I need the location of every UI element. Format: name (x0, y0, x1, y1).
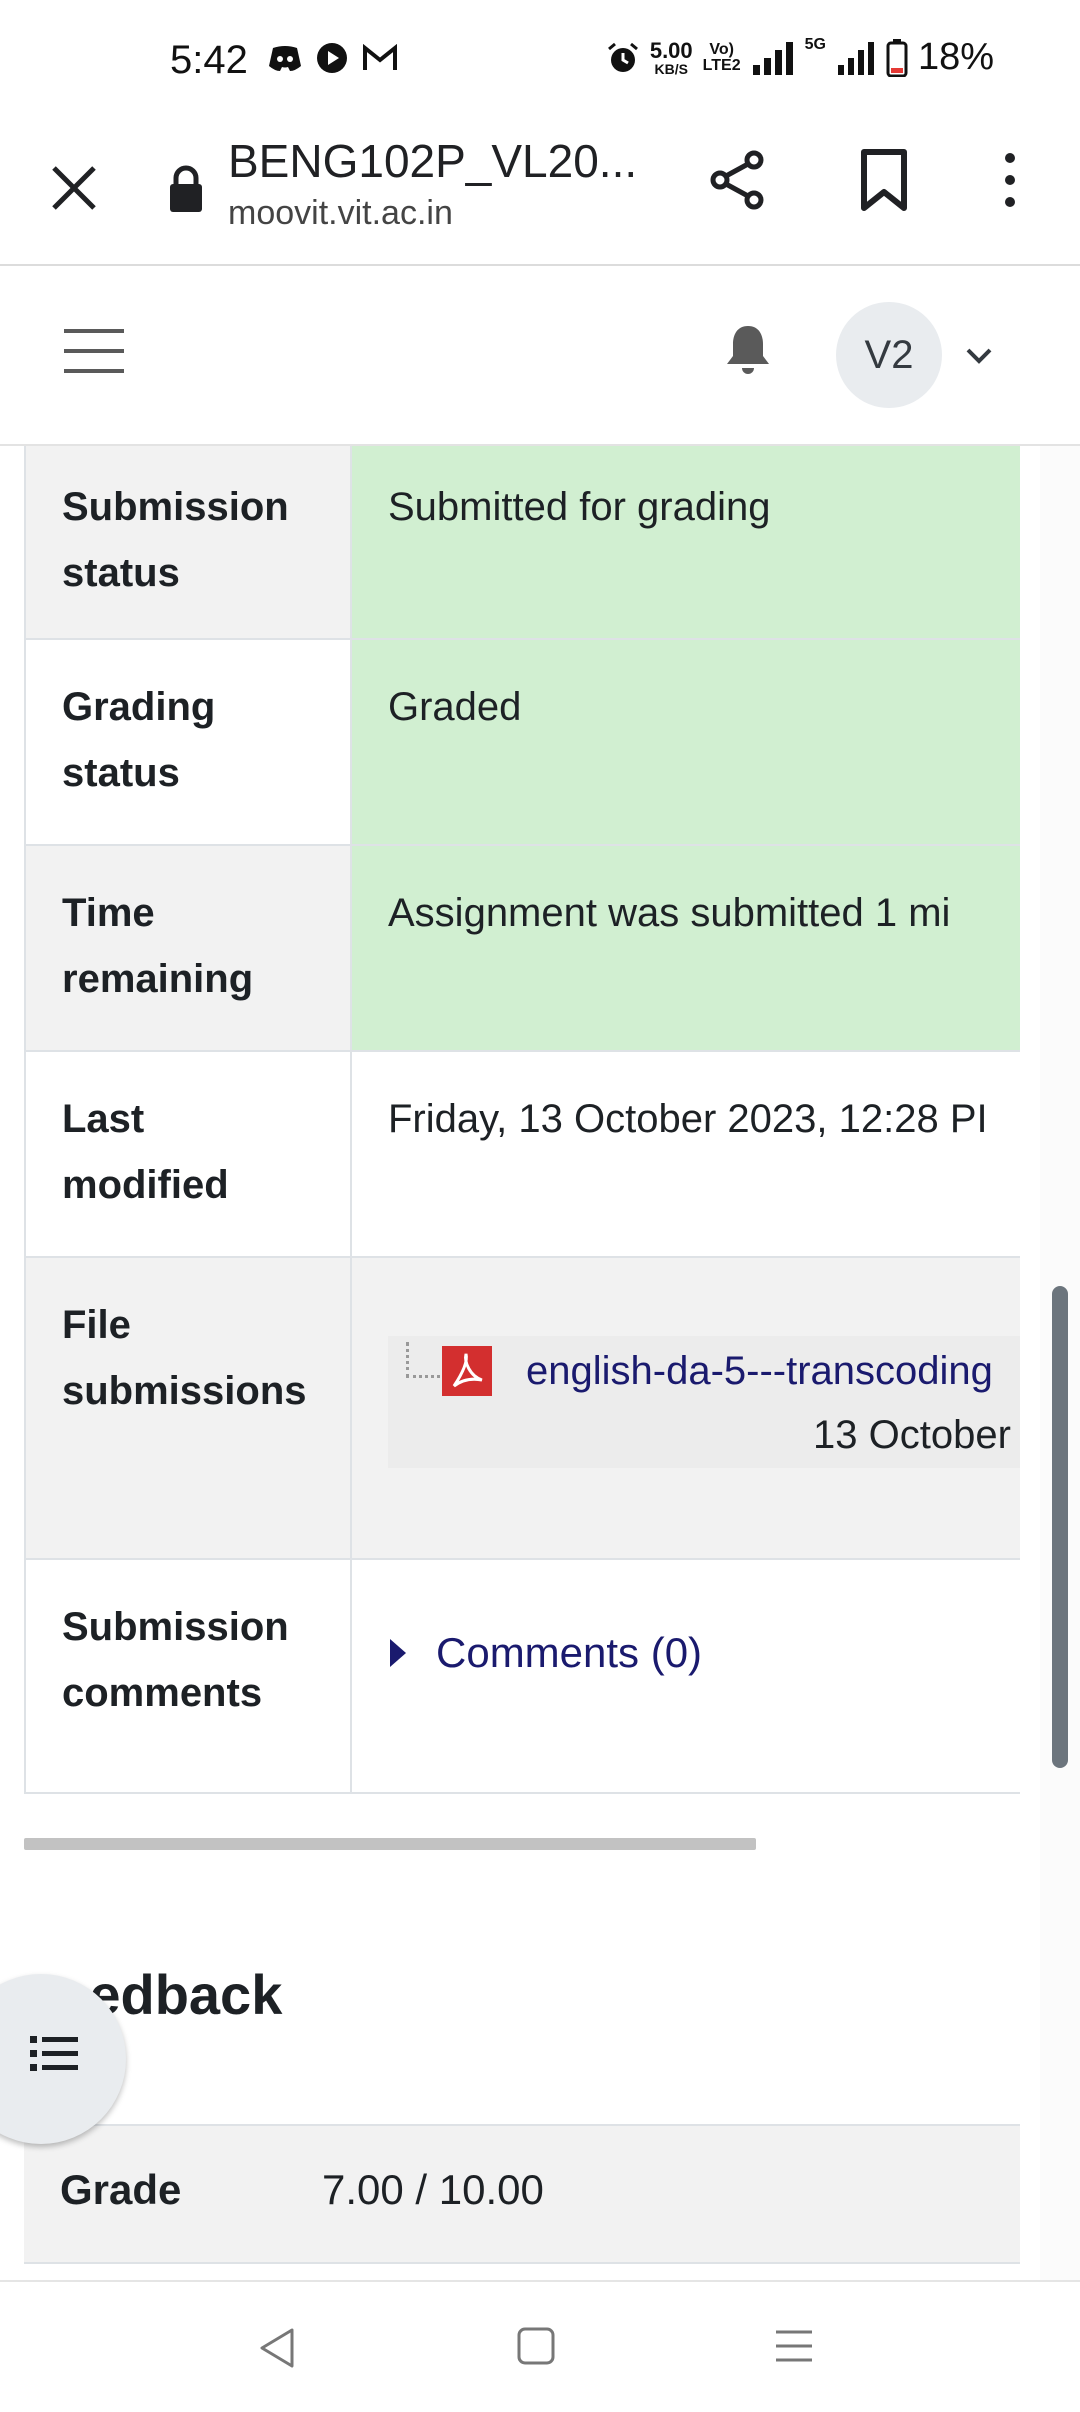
alarm-icon (607, 42, 638, 72)
net-speed: 5.00 KB/S (649, 37, 693, 77)
grading-status-value: Graded (352, 640, 1020, 844)
volte-indicator: Vo) LTE2 (702, 40, 741, 74)
notification-icons (268, 42, 398, 74)
file-item: english-da-5---transcoding 13 October (388, 1336, 1020, 1468)
row-label: File submissions (26, 1258, 352, 1558)
file-date: 13 October (813, 1413, 1011, 1457)
table-row: Submission status Submitted for grading (24, 446, 1020, 640)
home-icon[interactable] (516, 2326, 556, 2366)
table-row: Last modified Friday, 13 October 2023, 1… (24, 1052, 1020, 1258)
row-label: Time remaining (26, 846, 352, 1050)
battery-icon (886, 38, 908, 77)
table-row: Time remaining Assignment was submitted … (24, 846, 1020, 1052)
submission-status-table: Submission status Submitted for grading … (24, 446, 1020, 1794)
network-type: 5G (804, 36, 826, 53)
share-icon[interactable] (706, 148, 770, 212)
discord-icon (269, 46, 301, 71)
user-avatar[interactable]: V2 (836, 302, 942, 408)
back-icon[interactable] (258, 2326, 298, 2370)
vertical-scrollbar[interactable] (1052, 1286, 1068, 1768)
lock-icon (170, 165, 202, 212)
gmail-icon (363, 44, 397, 70)
status-time: 5:42 (170, 38, 248, 82)
signal-icon (752, 41, 793, 75)
more-options-icon[interactable] (996, 148, 1024, 212)
row-label: Last modified (26, 1052, 352, 1256)
system-navigation-bar (0, 2280, 1080, 2412)
last-modified-value: Friday, 13 October 2023, 12:28 PI (388, 1097, 988, 1141)
table-row: Grading status Graded (24, 640, 1020, 846)
submission-status-value: Submitted for grading (352, 446, 1020, 638)
play-icon (317, 43, 347, 73)
file-submissions-cell: english-da-5---transcoding 13 October (352, 1258, 1020, 1558)
url-host[interactable]: moovit.vit.ac.in (228, 194, 453, 233)
caret-right-icon (390, 1639, 406, 1667)
grade-row: Grade 7.00 / 10.00 (24, 2124, 1020, 2264)
site-navbar: V2 (0, 268, 1080, 446)
recents-icon[interactable] (774, 2326, 814, 2366)
status-bar: 5:42 5.00 KB/S Vo) LTE2 5G 18% (0, 0, 1080, 128)
close-tab-button[interactable] (44, 158, 104, 218)
file-link[interactable]: english-da-5---transcoding (526, 1338, 993, 1404)
notification-bell-icon[interactable] (724, 322, 772, 378)
time-remaining-value: Assignment was submitted 1 mi (352, 846, 1020, 1050)
grade-label: Grade (60, 2166, 182, 2213)
comments-toggle[interactable]: Comments (0) (388, 1620, 984, 1686)
page-title[interactable]: BENG102P_VL20... (228, 134, 637, 188)
row-label: Submission status (26, 446, 352, 638)
pdf-icon (442, 1346, 492, 1396)
table-row: File submissions english-da-5---transcod… (24, 1258, 1020, 1560)
row-label: Grading status (26, 640, 352, 844)
chevron-down-icon[interactable] (964, 342, 994, 368)
browser-toolbar: BENG102P_VL20... moovit.vit.ac.in (0, 128, 1080, 266)
grade-value: 7.00 / 10.00 (322, 2166, 544, 2213)
signal-icon-2 (837, 41, 874, 75)
horizontal-scrollbar[interactable] (24, 1838, 756, 1850)
comments-link[interactable]: Comments (0) (436, 1620, 702, 1686)
system-indicators: 5.00 KB/S Vo) LTE2 5G 18% (606, 36, 994, 79)
main-content: Submission status Submitted for grading … (0, 446, 1080, 2280)
menu-icon[interactable] (64, 326, 124, 376)
list-icon (30, 2036, 78, 2071)
bookmark-icon[interactable] (856, 148, 912, 212)
battery-level: 18% (917, 36, 994, 78)
table-row: Submission comments Comments (0) (24, 1560, 1020, 1794)
row-label: Submission comments (26, 1560, 352, 1792)
tree-connector (406, 1342, 446, 1378)
submission-comments-cell: Comments (0) (352, 1560, 1020, 1792)
